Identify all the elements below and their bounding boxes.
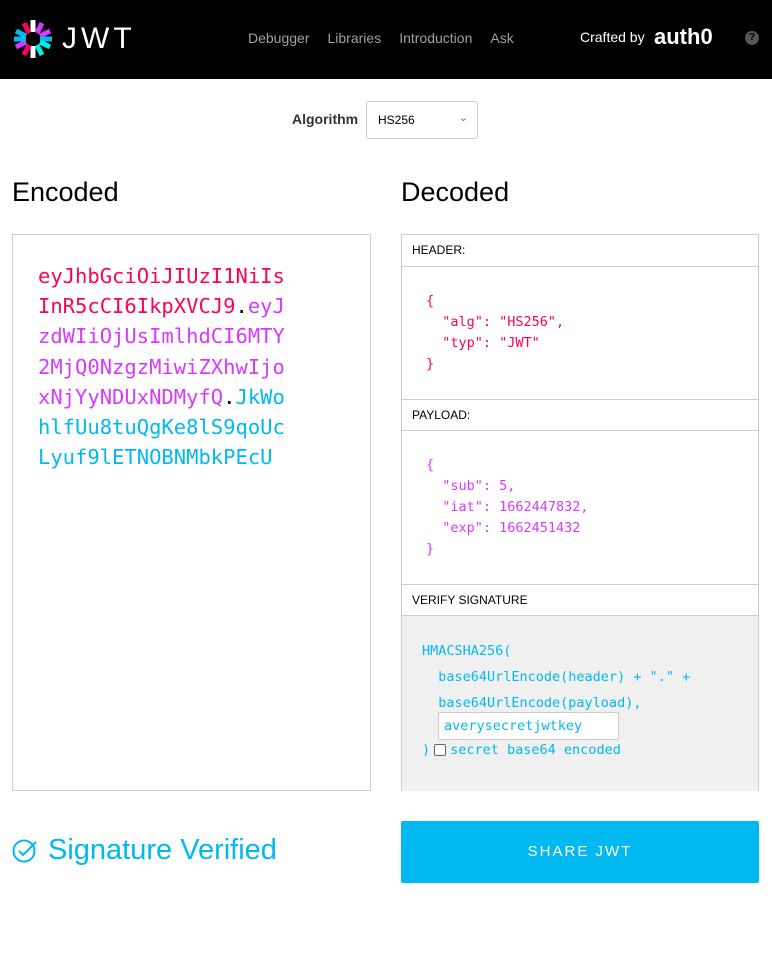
crafted-by-text: Crafted by [580,29,645,45]
encoded-token[interactable]: eyJhbGciOiJIUzI1NiIsInR5cCI6IkpXVCJ9.eyJ… [38,261,296,472]
verify-signature-section: HMACSHA256( base64UrlEncode(header) + ".… [402,615,758,791]
signature-verified-text: Signature Verified [48,834,277,866]
payload-section-label: PAYLOAD: [402,399,758,430]
secret-base64-label[interactable]: secret base64 encoded [450,742,621,758]
logo-text: JWT [62,22,136,55]
top-nav: JWT Debugger Libraries Introduction Ask … [0,0,772,79]
jwt-logo-icon[interactable] [12,18,54,60]
decoded-title: Decoded [401,177,510,207]
secret-base64-checkbox[interactable] [434,744,447,756]
signature-status: Signature Verified [12,834,277,867]
verify-signature-label: VERIFY SIGNATURE [402,584,758,615]
secret-base64-row: ) secret base64 encoded [422,742,621,758]
nav-links: Debugger Libraries Introduction Ask [248,30,532,46]
header-section-label: HEADER: [412,243,466,257]
nav-link-libraries[interactable]: Libraries [328,30,382,46]
token-dot: . [235,294,248,319]
chevron-down-icon: ⌄ [458,112,468,124]
nav-link-debugger[interactable]: Debugger [248,30,310,46]
secret-input[interactable]: averysecretjwtkey [438,712,619,740]
share-jwt-button[interactable]: SHARE JWT [401,821,759,883]
token-dot: . [223,384,236,409]
auth0-logo[interactable]: auth0 [654,24,713,50]
close-paren: ) [422,742,431,758]
encoded-token-editor[interactable]: eyJhbGciOiJIUzI1NiIsInR5cCI6IkpXVCJ9.eyJ… [12,234,371,791]
encoded-title: Encoded [12,177,119,207]
check-circle-icon [12,839,37,862]
decoded-panel: HEADER: { "alg": "HS256", "typ": "JWT" }… [401,234,759,791]
algorithm-label: Algorithm [292,111,359,127]
help-icon[interactable]: ? [745,31,759,45]
verify-signature-code: HMACSHA256( base64UrlEncode(header) + ".… [422,643,691,711]
nav-link-introduction[interactable]: Introduction [399,30,472,46]
header-json-editor[interactable]: { "alg": "HS256", "typ": "JWT" } [426,291,564,375]
nav-link-ask[interactable]: Ask [490,30,513,46]
algorithm-value: HS256 [378,113,415,127]
payload-json-editor[interactable]: { "sub": 5, "iat": 1662447832, "exp": 16… [426,455,589,560]
algorithm-select[interactable]: HS256 ⌄ [366,101,478,139]
